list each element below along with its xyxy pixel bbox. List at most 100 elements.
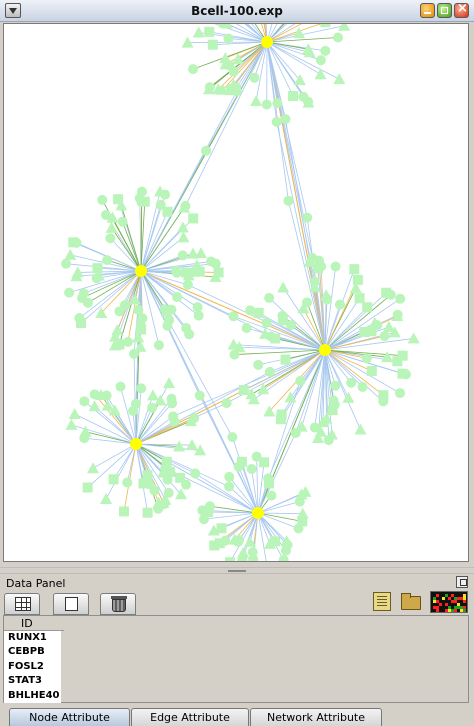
delete-attribute-button[interactable] <box>100 593 136 615</box>
gene-node[interactable] <box>314 68 327 80</box>
gene-node[interactable] <box>122 477 133 488</box>
gene-node[interactable] <box>407 332 420 344</box>
hub-node-runx1[interactable] <box>261 36 273 48</box>
gene-node[interactable] <box>136 383 147 394</box>
heatmap-button[interactable] <box>430 591 468 613</box>
gene-node[interactable] <box>238 385 249 396</box>
gene-node[interactable] <box>117 216 128 227</box>
gene-node[interactable] <box>175 472 186 483</box>
gene-node[interactable] <box>177 231 190 243</box>
gene-node[interactable] <box>102 255 113 266</box>
gene-node[interactable] <box>329 399 340 410</box>
gene-node[interactable] <box>261 99 272 110</box>
gene-node[interactable] <box>190 468 201 479</box>
gene-node[interactable] <box>169 416 180 427</box>
gene-node[interactable] <box>171 265 182 276</box>
gene-node[interactable] <box>188 266 199 277</box>
gene-node[interactable] <box>379 331 390 342</box>
gene-node[interactable] <box>261 317 272 328</box>
gene-node[interactable] <box>280 114 291 125</box>
gene-node[interactable] <box>395 293 406 304</box>
gene-node[interactable] <box>188 213 199 224</box>
gene-node[interactable] <box>185 439 198 451</box>
gene-node[interactable] <box>224 471 235 482</box>
gene-node[interactable] <box>172 292 183 303</box>
hub-node-stat3[interactable] <box>130 438 142 450</box>
gene-node[interactable] <box>119 506 130 517</box>
gene-node[interactable] <box>264 292 275 303</box>
gene-node[interactable] <box>223 33 234 44</box>
gene-node[interactable] <box>146 389 159 401</box>
gene-node[interactable] <box>266 490 277 501</box>
gene-node[interactable] <box>354 293 365 304</box>
gene-node[interactable] <box>87 462 100 474</box>
gene-node[interactable] <box>397 368 408 379</box>
gene-node[interactable] <box>210 258 221 269</box>
gene-node[interactable] <box>205 501 216 512</box>
gene-node[interactable] <box>270 536 281 547</box>
gene-node[interactable] <box>92 263 103 274</box>
gene-node[interactable] <box>295 375 306 386</box>
tab-edge-attribute-browser[interactable]: Edge Attribute Browser <box>131 708 249 726</box>
gene-node[interactable] <box>253 307 264 318</box>
gene-node[interactable] <box>338 24 351 31</box>
gene-node[interactable] <box>164 315 175 326</box>
gene-node[interactable] <box>352 274 363 285</box>
gene-node[interactable] <box>346 377 357 388</box>
gene-node[interactable] <box>325 428 338 440</box>
gene-node[interactable] <box>74 313 85 324</box>
minimize-icon[interactable] <box>420 3 435 18</box>
gene-node[interactable] <box>204 26 215 37</box>
gene-node[interactable] <box>114 339 125 350</box>
gene-node[interactable] <box>378 390 389 401</box>
gene-node[interactable] <box>61 258 72 269</box>
gene-node[interactable] <box>366 366 377 377</box>
gene-node[interactable] <box>176 221 189 233</box>
gene-node[interactable] <box>288 90 299 101</box>
gene-node[interactable] <box>381 287 392 298</box>
gene-node[interactable] <box>64 287 75 298</box>
gene-node[interactable] <box>68 237 79 248</box>
title-bar[interactable]: Bcell-100.exp <box>0 0 474 22</box>
new-attribute-button[interactable] <box>53 593 89 615</box>
gene-node[interactable] <box>194 247 207 259</box>
gene-node[interactable] <box>218 24 229 28</box>
maximize-icon[interactable] <box>437 3 452 18</box>
gene-node[interactable] <box>201 145 212 156</box>
gene-node[interactable] <box>277 281 290 293</box>
tab-network-attribute-browser[interactable]: Network Attribute Browser <box>250 708 382 726</box>
gene-node[interactable] <box>271 116 282 127</box>
gene-node[interactable] <box>188 64 199 75</box>
gene-node[interactable] <box>136 186 147 197</box>
gene-node[interactable] <box>264 366 275 377</box>
gene-node[interactable] <box>277 315 288 326</box>
gene-node[interactable] <box>155 199 166 210</box>
gene-node[interactable] <box>105 233 116 244</box>
table-row[interactable]: CEBPB <box>4 645 61 659</box>
gene-node[interactable] <box>249 72 260 83</box>
gene-node[interactable] <box>128 405 139 416</box>
table-row[interactable]: BHLHE40 <box>4 689 61 703</box>
attribute-table[interactable]: ID RUNX1 CEBPB FOSL2 STAT3 BHLHE40 <box>3 615 469 703</box>
gene-node[interactable] <box>357 381 368 392</box>
gene-node[interactable] <box>134 340 147 352</box>
hub-node-cebpb[interactable] <box>135 265 147 277</box>
table-row[interactable]: FOSL2 <box>4 660 61 674</box>
gene-node[interactable] <box>79 396 90 407</box>
gene-node[interactable] <box>224 557 235 561</box>
gene-node[interactable] <box>392 309 403 320</box>
gene-node[interactable] <box>194 390 205 401</box>
gene-node[interactable] <box>82 482 93 493</box>
gene-node[interactable] <box>293 523 304 534</box>
gene-node[interactable] <box>349 264 360 275</box>
gene-node[interactable] <box>227 338 240 350</box>
gene-node[interactable] <box>78 288 89 299</box>
gene-node[interactable] <box>192 26 205 38</box>
gene-node[interactable] <box>163 487 174 498</box>
gene-node[interactable] <box>68 408 81 420</box>
gene-node[interactable] <box>330 261 341 272</box>
float-panel-icon[interactable] <box>456 576 468 588</box>
gene-node[interactable] <box>88 400 101 412</box>
gene-node[interactable] <box>163 377 176 389</box>
gene-node[interactable] <box>119 300 130 311</box>
